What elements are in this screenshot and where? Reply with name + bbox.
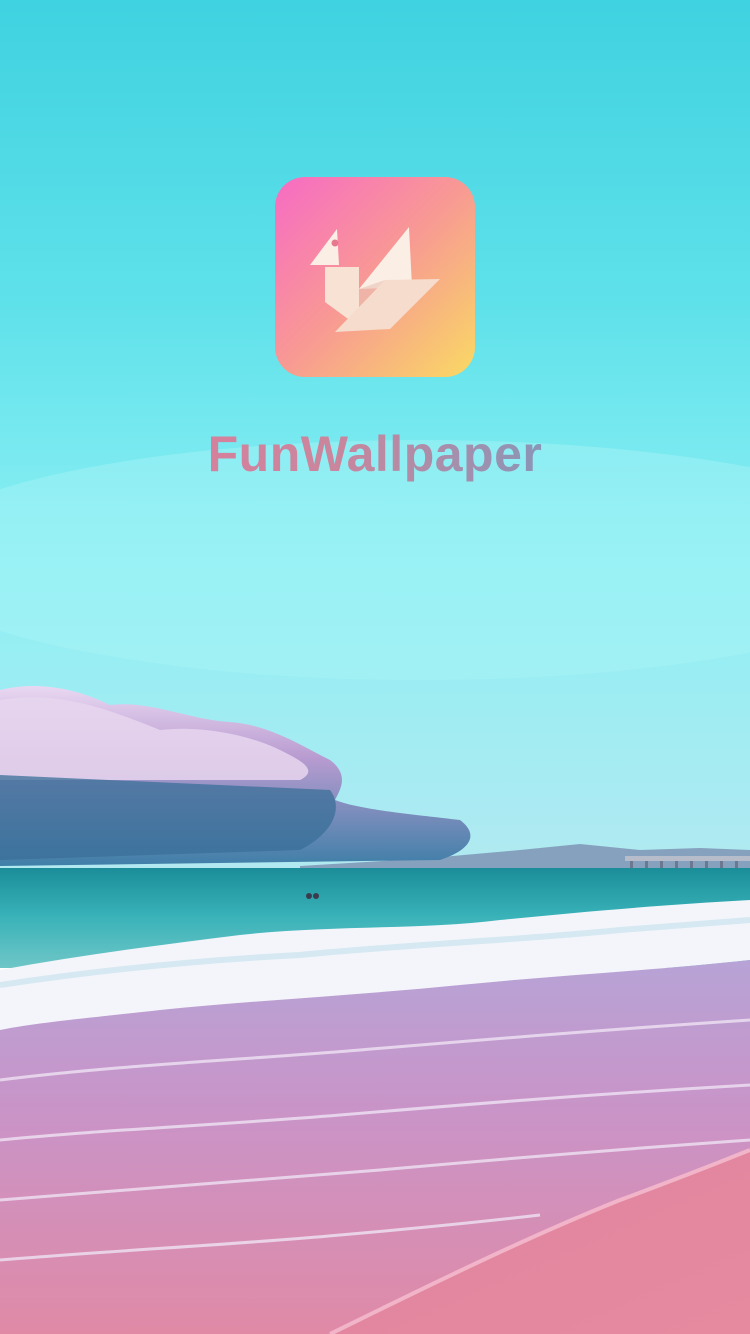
splash-screen: FunWallpaper	[0, 0, 750, 1334]
app-logo	[275, 177, 475, 377]
app-title: FunWallpaper	[0, 424, 750, 484]
origami-bird-icon	[310, 227, 440, 332]
